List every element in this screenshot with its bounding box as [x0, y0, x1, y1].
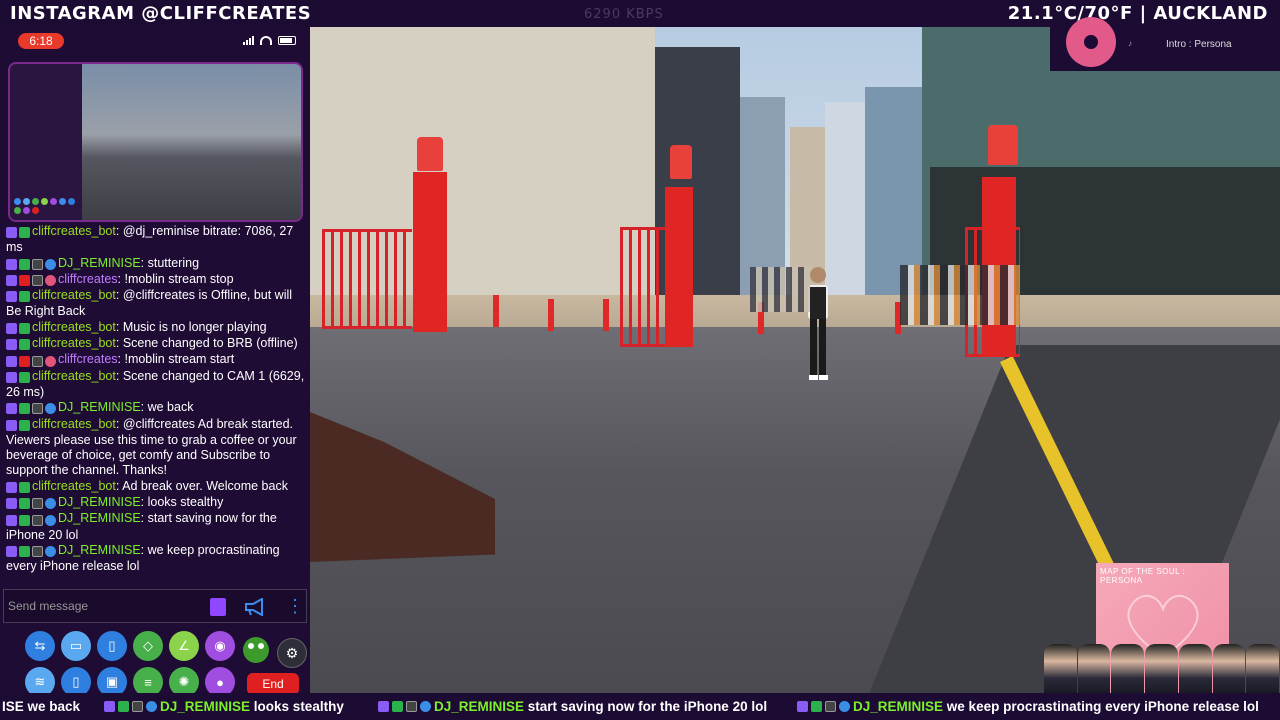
phone-time: 6:18: [18, 33, 64, 49]
crowd: [750, 267, 810, 312]
chat-message: DJ_REMINISE: we keep procrastinating eve…: [6, 542, 280, 574]
vinyl-disc-icon: [1066, 17, 1116, 67]
bollard: [603, 299, 609, 331]
bollard: [493, 295, 499, 327]
crowd: [900, 265, 1020, 325]
gate-post: [665, 187, 693, 347]
chat-message: DJ_REMINISE: start saving now for the iP…: [6, 511, 277, 542]
chat-message: cliffcreates: !moblin stream start: [6, 352, 306, 368]
shield-icon[interactable]: ◇: [133, 631, 163, 661]
broadcast-icon[interactable]: ◉: [205, 631, 235, 661]
wifi-icon: [260, 35, 272, 45]
band-photo: [1044, 644, 1280, 693]
weather-location: 21.1°C/70°F | AUCKLAND: [1007, 3, 1268, 24]
gate-lamp: [670, 145, 692, 179]
chat-log: cliffcreates_bot: @dj_reminise bitrate: …: [6, 224, 306, 575]
preview-chat-thumb: [10, 64, 82, 220]
chat-ticker: ISE we back DJ_REMINISE looks stealthy D…: [0, 693, 1280, 720]
switch-icon[interactable]: ⇆: [25, 631, 55, 661]
gate-lamp: [417, 137, 443, 171]
building: [865, 87, 925, 295]
instagram-handle: INSTAGRAM @CLIFFCREATES: [10, 3, 312, 24]
gear-icon[interactable]: ⚙: [277, 638, 307, 668]
ticker-item: DJ_REMINISE start saving now for the iPh…: [378, 699, 767, 714]
building: [740, 97, 785, 295]
twitch-icon[interactable]: [210, 598, 226, 616]
album-title: MAP OF THE SOUL : PERSONA: [1100, 567, 1186, 585]
music-note-icon: ♪: [1128, 39, 1132, 48]
more-options-icon[interactable]: ⋮: [286, 597, 304, 615]
bitrate-readout: 6290 KBPS: [584, 7, 664, 22]
chat-message: cliffcreates_bot: @dj_reminise bitrate: …: [6, 224, 294, 255]
send-message-placeholder: Send message: [8, 599, 89, 613]
stream-preview[interactable]: [8, 62, 303, 222]
chat-message: DJ_REMINISE: we back: [6, 400, 306, 416]
chat-message: cliffcreates: !moblin stream stop: [6, 272, 306, 288]
phone-status-bar: 6:18: [0, 27, 310, 57]
megaphone-icon[interactable]: [244, 598, 266, 616]
car-icon[interactable]: ▭: [61, 631, 91, 661]
red-gate: [322, 229, 412, 329]
red-gate: [620, 227, 665, 347]
battery-icon: [278, 35, 296, 45]
chat-message: cliffcreates_bot: Music is no longer pla…: [6, 320, 306, 336]
send-message-field[interactable]: Send message ⋮: [3, 589, 307, 623]
chat-message: cliffcreates_bot: Ad break over. Welcome…: [6, 479, 306, 495]
chat-message: cliffcreates_bot: @cliffcreates is Offli…: [6, 288, 293, 319]
angle-icon[interactable]: ∠: [169, 631, 199, 661]
ticker-item: ISE we back: [2, 699, 81, 714]
bollard: [548, 299, 554, 331]
ticker-item: DJ_REMINISE looks stealthy: [104, 699, 344, 714]
phone-icon[interactable]: ▯: [97, 631, 127, 661]
preview-video-thumb: [82, 64, 301, 220]
gate-lamp: [988, 125, 1018, 165]
frog-icon[interactable]: [243, 637, 269, 663]
signal-icon: [243, 35, 254, 45]
chat-message: cliffcreates_bot: Scene changed to BRB (…: [6, 336, 306, 352]
ticker-item: DJ_REMINISE we keep procrastinating ever…: [797, 699, 1259, 714]
gate-post: [413, 172, 447, 332]
chat-message: cliffcreates_bot: Scene changed to CAM 1…: [6, 368, 305, 399]
chat-message: cliffcreates_bot: @cliffcreates Ad break…: [6, 416, 297, 478]
phone-panel: 6:18 cliffcreates_bot: @dj_reminise bitr…: [0, 27, 310, 697]
chat-message: DJ_REMINISE: looks stealthy: [6, 495, 306, 511]
end-stream-button[interactable]: End: [247, 673, 299, 695]
now-playing-title: Intro : Persona: [1166, 39, 1232, 50]
control-row-1: ⇆ ▭ ▯ ◇ ∠ ◉: [25, 631, 235, 661]
chat-message: DJ_REMINISE: stuttering: [6, 256, 306, 272]
